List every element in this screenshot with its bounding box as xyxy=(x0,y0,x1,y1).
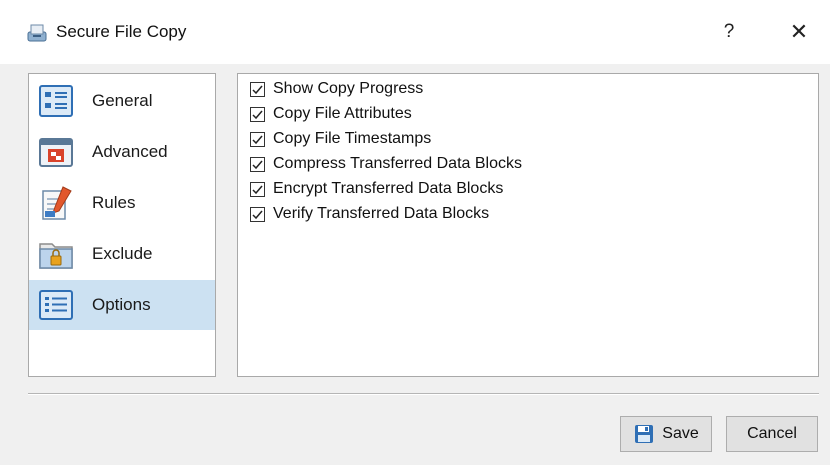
option-label: Compress Transferred Data Blocks xyxy=(273,155,522,172)
option-label: Encrypt Transferred Data Blocks xyxy=(273,180,504,197)
checkbox[interactable] xyxy=(250,81,265,97)
nav-label: Rules xyxy=(92,193,136,212)
app-icon xyxy=(26,22,48,44)
save-button-label: Save xyxy=(662,425,699,442)
option-show-copy-progress[interactable]: Show Copy Progress xyxy=(250,78,423,100)
separator xyxy=(28,393,819,395)
rules-icon xyxy=(37,185,75,221)
advanced-icon xyxy=(37,134,75,170)
nav-item-options[interactable]: Options xyxy=(29,280,215,330)
option-encrypt-blocks[interactable]: Encrypt Transferred Data Blocks xyxy=(250,178,503,200)
option-compress-blocks[interactable]: Compress Transferred Data Blocks xyxy=(250,153,522,175)
window-title: Secure File Copy xyxy=(56,22,187,41)
title-bar: Secure File Copy ? ✕ xyxy=(0,0,830,64)
floppy-disk-icon xyxy=(633,423,655,445)
option-label: Copy File Attributes xyxy=(273,105,412,122)
help-button[interactable]: ? xyxy=(706,14,752,50)
options-panel: Show Copy Progress Copy File Attributes … xyxy=(237,73,819,377)
settings-nav: General Advanced Rules Exclude Options xyxy=(28,73,216,377)
checkbox[interactable] xyxy=(250,206,265,222)
nav-item-exclude[interactable]: Exclude xyxy=(29,229,215,279)
checkmark-icon xyxy=(252,210,263,219)
nav-label: General xyxy=(92,91,153,110)
cancel-button[interactable]: Cancel xyxy=(726,416,818,452)
nav-item-advanced[interactable]: Advanced xyxy=(29,127,215,177)
save-button[interactable]: Save xyxy=(620,416,712,452)
option-copy-file-timestamps[interactable]: Copy File Timestamps xyxy=(250,128,431,150)
checkbox[interactable] xyxy=(250,156,265,172)
options-list-icon xyxy=(37,287,75,323)
option-label: Show Copy Progress xyxy=(273,80,424,97)
nav-item-rules[interactable]: Rules xyxy=(29,178,215,228)
checkmark-icon xyxy=(252,185,263,194)
checkmark-icon xyxy=(252,110,263,119)
option-copy-file-attributes[interactable]: Copy File Attributes xyxy=(250,103,412,125)
close-button[interactable]: ✕ xyxy=(776,14,822,50)
option-label: Verify Transferred Data Blocks xyxy=(273,205,490,222)
close-icon: ✕ xyxy=(789,19,809,44)
nav-label: Options xyxy=(92,295,151,314)
option-label: Copy File Timestamps xyxy=(273,130,432,147)
general-icon xyxy=(37,83,75,119)
nav-label: Exclude xyxy=(92,244,153,263)
checkbox[interactable] xyxy=(250,106,265,122)
checkmark-icon xyxy=(252,135,263,144)
checkmark-icon xyxy=(252,160,263,169)
checkbox[interactable] xyxy=(250,181,265,197)
option-verify-blocks[interactable]: Verify Transferred Data Blocks xyxy=(250,203,489,225)
nav-item-general[interactable]: General xyxy=(29,76,215,126)
checkmark-icon xyxy=(252,85,263,94)
nav-label: Advanced xyxy=(92,142,168,161)
exclude-folder-lock-icon xyxy=(37,236,75,272)
checkbox[interactable] xyxy=(250,131,265,147)
